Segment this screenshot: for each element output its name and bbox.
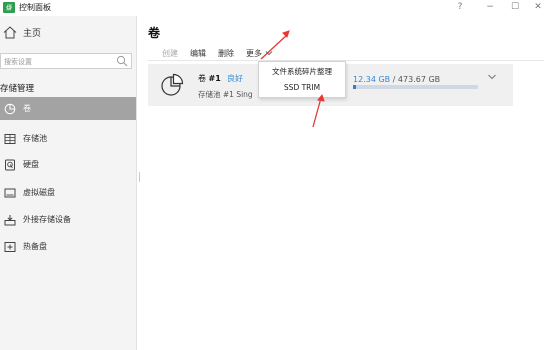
- volume-usage-separator: /: [390, 75, 398, 84]
- minimize-button[interactable]: −: [483, 1, 497, 13]
- pie-chart-icon: [161, 73, 184, 96]
- storage-pool-icon: [4, 133, 16, 144]
- volume-status: 良好: [227, 74, 243, 83]
- pie-chart-icon: [4, 103, 16, 114]
- virtual-disk-icon: [4, 188, 16, 197]
- volume-used: 12.34 GB: [353, 75, 391, 84]
- sidebar-item-label: 虚拟磁盘: [23, 188, 55, 197]
- search-icon[interactable]: [116, 55, 128, 67]
- hard-disk-icon: [5, 159, 15, 170]
- page-title: 卷: [148, 26, 161, 40]
- sidebar-item-label: 外接存储设备: [23, 215, 71, 224]
- sidebar-item-label: 热备盘: [23, 242, 47, 251]
- sidebar-item-hot-spare[interactable]: 热备盘: [0, 235, 136, 258]
- volume-usage-bar: [353, 85, 478, 89]
- delete-button[interactable]: 删除: [212, 48, 240, 59]
- sidebar-item-label: 存储池: [23, 134, 47, 143]
- edit-button[interactable]: 编辑: [184, 48, 212, 59]
- external-storage-icon: [4, 214, 16, 225]
- sidebar: 主页 搜索设置 存储管理 卷 存储池 硬盘 虚拟磁盘 外接存储设备 热备盘: [0, 16, 137, 350]
- sidebar-home[interactable]: 主页: [3, 24, 41, 40]
- sidebar-item-storage-pool[interactable]: 存储池: [0, 127, 136, 150]
- chevron-down-icon[interactable]: [487, 73, 497, 81]
- volume-name: 卷 #1: [198, 73, 221, 84]
- sidebar-item-hard-disk[interactable]: 硬盘: [0, 153, 136, 176]
- pane-splitter[interactable]: [139, 172, 140, 182]
- chevron-down-icon: [265, 51, 273, 56]
- sidebar-item-virtual-disk[interactable]: 虚拟磁盘: [0, 181, 136, 204]
- section-storage-management: 存储管理: [0, 84, 35, 94]
- volume-usage-text: 12.34 GB / 473.67 GB: [353, 75, 440, 84]
- app-logo-icon: ∰: [3, 2, 15, 13]
- volume-pool: 存储池 #1 Sing: [198, 90, 253, 99]
- title-bar: ∰ 控制面板 ? − ☐ ✕: [0, 0, 548, 16]
- menu-item-defragment[interactable]: 文件系统碎片整理: [259, 66, 345, 77]
- create-button[interactable]: 创建: [148, 48, 184, 59]
- volume-number: #1: [208, 74, 221, 83]
- search-input[interactable]: 搜索设置: [0, 53, 132, 69]
- sidebar-item-label: 硬盘: [23, 160, 39, 169]
- home-icon: [3, 25, 17, 38]
- window-title: 控制面板: [19, 3, 51, 12]
- sidebar-item-label: 卷: [23, 104, 31, 113]
- toolbar-divider: [148, 60, 544, 61]
- volume-name-prefix: 卷: [198, 74, 206, 83]
- more-button[interactable]: 更多: [240, 48, 279, 59]
- home-label: 主页: [23, 28, 42, 39]
- volume-total: 473.67 GB: [397, 75, 441, 84]
- help-button[interactable]: ?: [453, 1, 467, 13]
- hot-spare-icon: [4, 241, 16, 252]
- sidebar-item-external-storage[interactable]: 外接存储设备: [0, 208, 136, 231]
- more-label: 更多: [246, 48, 262, 58]
- more-dropdown-menu: 文件系统碎片整理 SSD TRIM: [258, 61, 346, 98]
- toolbar: 创建 编辑 删除 更多: [148, 46, 279, 60]
- volume-usage-bar-fill: [353, 85, 357, 89]
- search-placeholder: 搜索设置: [4, 58, 32, 66]
- close-button[interactable]: ✕: [531, 1, 545, 13]
- maximize-button[interactable]: ☐: [508, 1, 522, 13]
- menu-item-ssd-trim[interactable]: SSD TRIM: [259, 83, 345, 92]
- sidebar-item-volume[interactable]: 卷: [0, 97, 136, 120]
